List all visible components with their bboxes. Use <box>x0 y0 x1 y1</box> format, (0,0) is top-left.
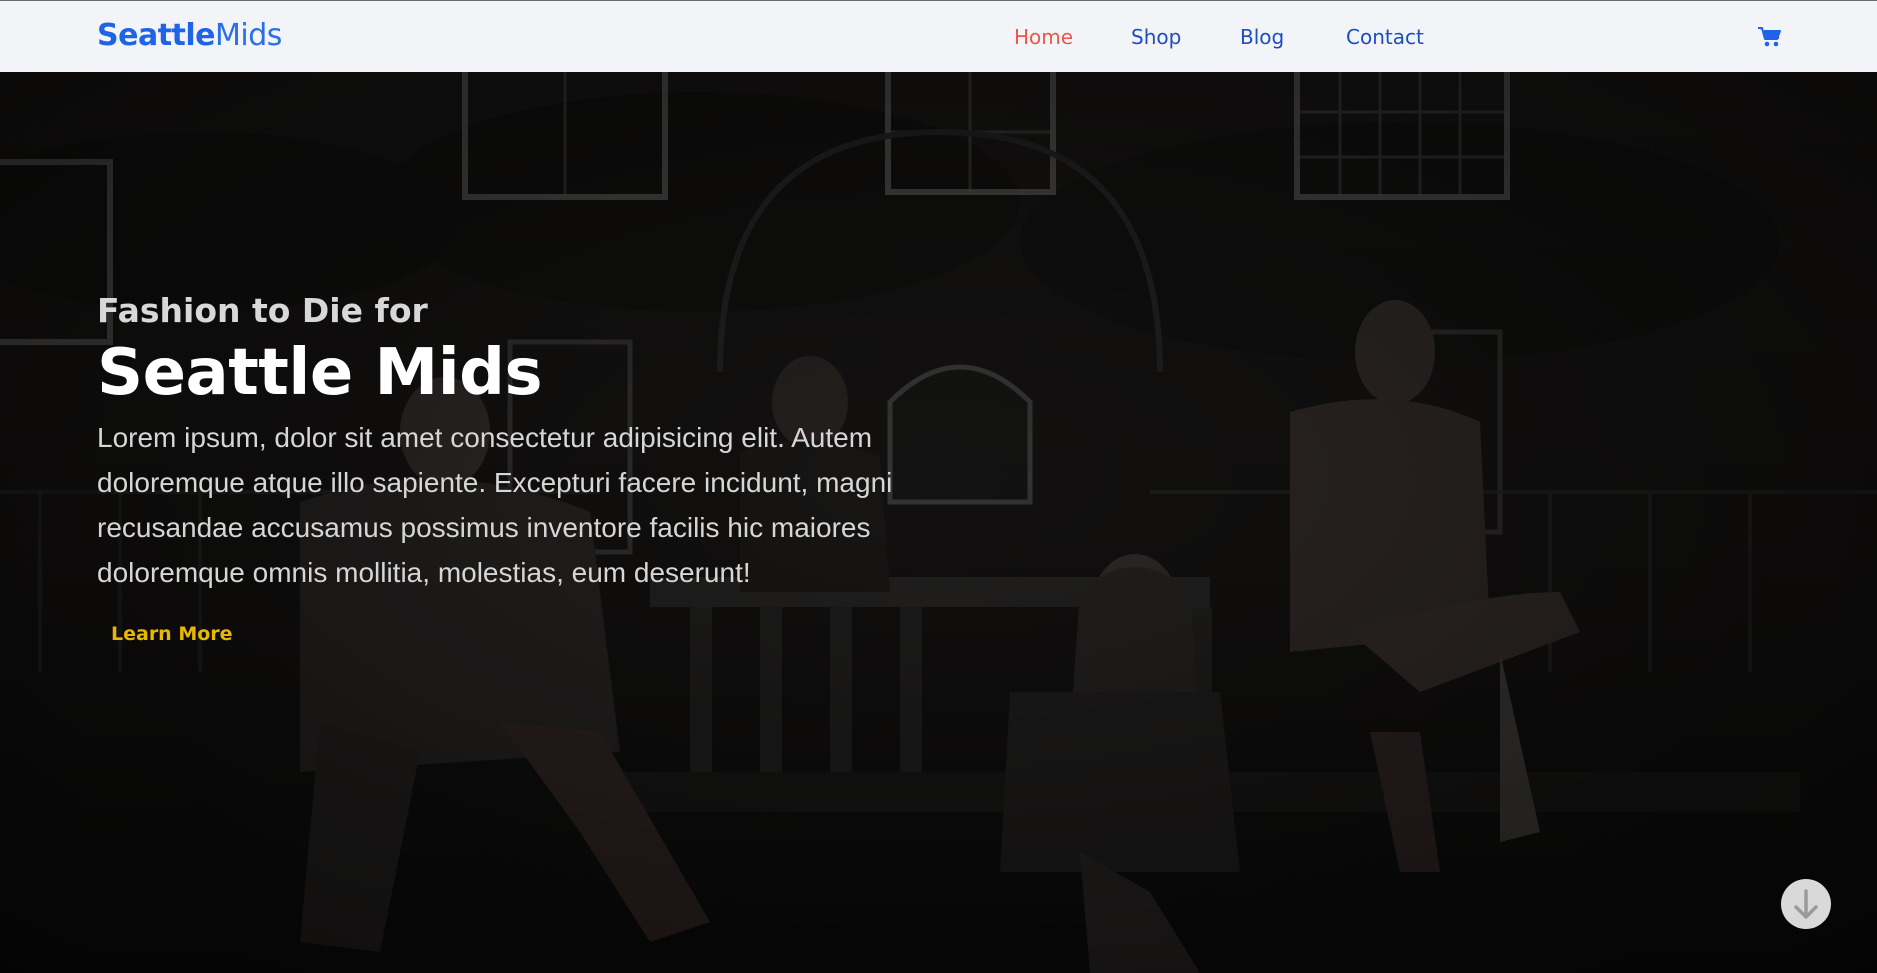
hero-title: Seattle Mids <box>97 336 543 410</box>
scroll-down-button[interactable] <box>1781 879 1831 929</box>
nav-home-link[interactable]: Home <box>1014 23 1073 51</box>
arrow-down-icon <box>1794 889 1818 919</box>
shopping-cart-icon[interactable] <box>1757 25 1783 49</box>
hero-eyebrow: Fashion to Die for <box>97 291 428 330</box>
hero-content: Fashion to Die for Seattle Mids Lorem ip… <box>97 291 977 647</box>
main-nav: Home Shop Blog Contact <box>0 23 1877 53</box>
navbar: SeattleMids Home Shop Blog Contact <box>0 0 1877 72</box>
learn-more-button[interactable]: Learn More <box>111 621 233 647</box>
nav-contact-link[interactable]: Contact <box>1346 23 1424 51</box>
page: SeattleMids Home Shop Blog Contact Fashi… <box>0 0 1877 973</box>
hero-description: Lorem ipsum, dolor sit amet consectetur … <box>97 422 893 588</box>
nav-shop-link[interactable]: Shop <box>1131 23 1181 51</box>
nav-blog-link[interactable]: Blog <box>1240 23 1284 51</box>
hero-section: Fashion to Die for Seattle Mids Lorem ip… <box>0 72 1877 973</box>
